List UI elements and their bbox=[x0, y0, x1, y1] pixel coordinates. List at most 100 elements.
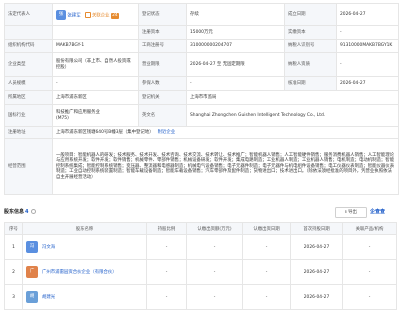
reg-status-label: 登记状态 bbox=[138, 3, 187, 26]
term-value: 2026-04-27 至 无固定期限 bbox=[186, 52, 285, 77]
scope-label: 经营范围 bbox=[4, 138, 53, 195]
authority-label: 登记机关 bbox=[138, 90, 187, 105]
column-header: 认缴出资日期 bbox=[242, 222, 291, 235]
reg-capital-label: 注册资本 bbox=[138, 25, 187, 40]
taxpayer-id-value: 91310000MAKB7BGY1K bbox=[336, 39, 399, 53]
subscribed-amount: - bbox=[186, 284, 243, 310]
column-header: 股东名称 bbox=[22, 222, 147, 235]
reg-capital-value: 15000万元 bbox=[186, 25, 285, 40]
taxpayer-id-label: 纳税人识别号 bbox=[284, 39, 337, 53]
eng-name-value: Shanghai Zhongchen Guishen Intelligent T… bbox=[186, 104, 399, 127]
row-index: 3 bbox=[4, 284, 23, 310]
column-header: 持股比例 bbox=[146, 222, 187, 235]
holder-avatar: 胡 bbox=[26, 291, 38, 303]
industry-label: 国标行业 bbox=[4, 104, 53, 127]
related-product: - bbox=[342, 234, 397, 260]
approve-date-value: 2026-04-27 bbox=[336, 76, 399, 91]
subscribed-date: - bbox=[242, 234, 291, 260]
legal-rep-name[interactable]: 张建军 bbox=[67, 13, 80, 18]
taxpayer-qual-label: 纳税人资质 bbox=[284, 52, 337, 77]
region-value: 上海市浦东新区 bbox=[52, 90, 139, 105]
holder-cell: 广广州市浦雷园资合伙企业（有限合伙） bbox=[22, 259, 147, 285]
shareholders-count: 4 bbox=[25, 209, 29, 215]
address-label: 注册地址 bbox=[4, 126, 53, 139]
related-label: 关联企业 bbox=[92, 13, 110, 18]
row-index: 2 bbox=[4, 259, 23, 285]
eng-name-label: 英文名 bbox=[138, 104, 187, 127]
export-label: 导出 bbox=[348, 210, 357, 215]
holding-ratio: - bbox=[146, 259, 187, 285]
table-row: 1 冯冯文海 - - -2026-04-27- bbox=[4, 234, 397, 260]
company-info-page: 法定代表人 张 张建军 关联企业 24 登记状态 存续 成立日期 2026-04-… bbox=[0, 0, 400, 310]
paid-capital-value: - bbox=[336, 25, 399, 40]
table-row: 2 广广州市浦雷园资合伙企业（有限合伙） - - -2026-04-27- bbox=[4, 259, 397, 285]
export-button[interactable]: ⭳ 导出 bbox=[335, 207, 367, 218]
industry-l1: 科技推广和应用服务业 bbox=[56, 109, 100, 115]
holder-name[interactable]: 胡建光 bbox=[42, 295, 55, 300]
first-holding-date: 2026-04-27 bbox=[290, 234, 343, 260]
holder-cell: 胡胡建光 bbox=[22, 284, 147, 310]
shareholders-title-text: 股东信息 bbox=[4, 209, 25, 215]
staff-value: - bbox=[52, 76, 139, 91]
subscribed-date: - bbox=[242, 284, 291, 310]
link-icon bbox=[85, 11, 91, 18]
scope-value: 一般项目：智能机器人的研发；技术服务、技术开发、技术咨询、技术交流、技术转让、技… bbox=[52, 138, 399, 195]
related-product: - bbox=[342, 284, 397, 310]
column-header: 序号 bbox=[4, 222, 23, 235]
industry-value: 科技推广和应用服务业 (M75) bbox=[52, 104, 139, 127]
subscribed-date: - bbox=[242, 259, 291, 285]
approve-date-label: 核准日期 bbox=[284, 76, 337, 91]
biz-reg-no-value: 310000000204707 bbox=[186, 39, 285, 53]
company-type-value: 股份有限公司（非上市、自然人投资或控股） bbox=[52, 52, 139, 77]
holder-name[interactable]: 冯文海 bbox=[42, 245, 55, 250]
holding-ratio: - bbox=[146, 284, 187, 310]
column-header: 认缴出资额(万元) bbox=[186, 222, 243, 235]
region-label: 所属地区 bbox=[4, 90, 53, 105]
taxpayer-qual-value: - bbox=[336, 52, 399, 77]
row-index: 1 bbox=[4, 234, 23, 260]
related-count-badge: 24 bbox=[110, 13, 120, 19]
table-row: 3 胡胡建光 - - -2026-04-27- bbox=[4, 284, 397, 310]
paid-capital-label: 实缴资本 bbox=[284, 25, 337, 40]
insured-label: 参保人数 bbox=[138, 76, 187, 91]
download-icon: ⭳ bbox=[345, 210, 347, 215]
holder-name[interactable]: 广州市浦雷园资合伙企业（有限合伙） bbox=[42, 270, 117, 275]
blank-value bbox=[52, 25, 139, 40]
biz-reg-no-label: 工商注册号 bbox=[138, 39, 187, 53]
business-info-table: 法定代表人 张 张建军 关联企业 24 登记状态 存续 成立日期 2026-04-… bbox=[4, 3, 399, 195]
address-value: 上海市浦东新区钱塘640号B幢3层（集中登记地） bbox=[56, 129, 154, 135]
staff-label: 人员规模 bbox=[4, 76, 53, 91]
first-holding-date: 2026-04-27 bbox=[290, 284, 343, 310]
legal-rep-cell: 张 张建军 关联企业 24 bbox=[52, 3, 139, 26]
holding-ratio: - bbox=[146, 234, 187, 260]
org-code-label: 组织机构代码 bbox=[4, 39, 53, 53]
reg-status-value: 存续 bbox=[186, 3, 285, 26]
column-header: 首次持股日期 bbox=[290, 222, 343, 235]
holder-avatar: 冯 bbox=[26, 241, 38, 253]
help-icon[interactable] bbox=[30, 209, 36, 214]
est-date-label: 成立日期 bbox=[284, 3, 337, 26]
blank-label bbox=[4, 25, 53, 40]
subscribed-amount: - bbox=[186, 259, 243, 285]
subscribed-amount: - bbox=[186, 234, 243, 260]
column-header: 关联产品/机构 bbox=[342, 222, 397, 235]
holder-avatar: 广 bbox=[26, 266, 38, 278]
holder-cell: 冯冯文海 bbox=[22, 234, 147, 260]
org-code-value: MAKB7BGY-1 bbox=[52, 39, 139, 53]
company-type-label: 企业类型 bbox=[4, 52, 53, 77]
first-holding-date: 2026-04-27 bbox=[290, 259, 343, 285]
shareholders-table: 序号 股东名称 持股比例 认缴出资额(万元) 认缴出资日期 首次持股日期 关联产品/机构 1… bbox=[4, 222, 397, 310]
est-date-value: 2026-04-27 bbox=[336, 3, 399, 26]
industry-l2: (M75) bbox=[56, 115, 69, 121]
shareholders-header-row: 序号 股东名称 持股比例 认缴出资额(万元) 认缴出资日期 首次持股日期 关联产品/机构 bbox=[4, 222, 397, 235]
authority-value: 上海市市监局 bbox=[186, 90, 399, 105]
insured-value: - bbox=[186, 76, 285, 91]
legal-rep-label: 法定代表人 bbox=[4, 3, 53, 26]
brand-logo: 企查查 bbox=[370, 209, 386, 215]
shareholders-body: 1 冯冯文海 - - -2026-04-27-2 广广州市浦雷园资合伙企业（有限合伙） - -… bbox=[4, 234, 397, 310]
term-label: 营业期限 bbox=[138, 52, 187, 77]
related-product: - bbox=[342, 259, 397, 285]
nearby-companies-link[interactable]: 附近企业 bbox=[158, 130, 176, 135]
shareholders-title: 股东信息4 bbox=[4, 208, 36, 215]
related-companies-tag[interactable]: 关联企业 24 bbox=[85, 11, 120, 19]
